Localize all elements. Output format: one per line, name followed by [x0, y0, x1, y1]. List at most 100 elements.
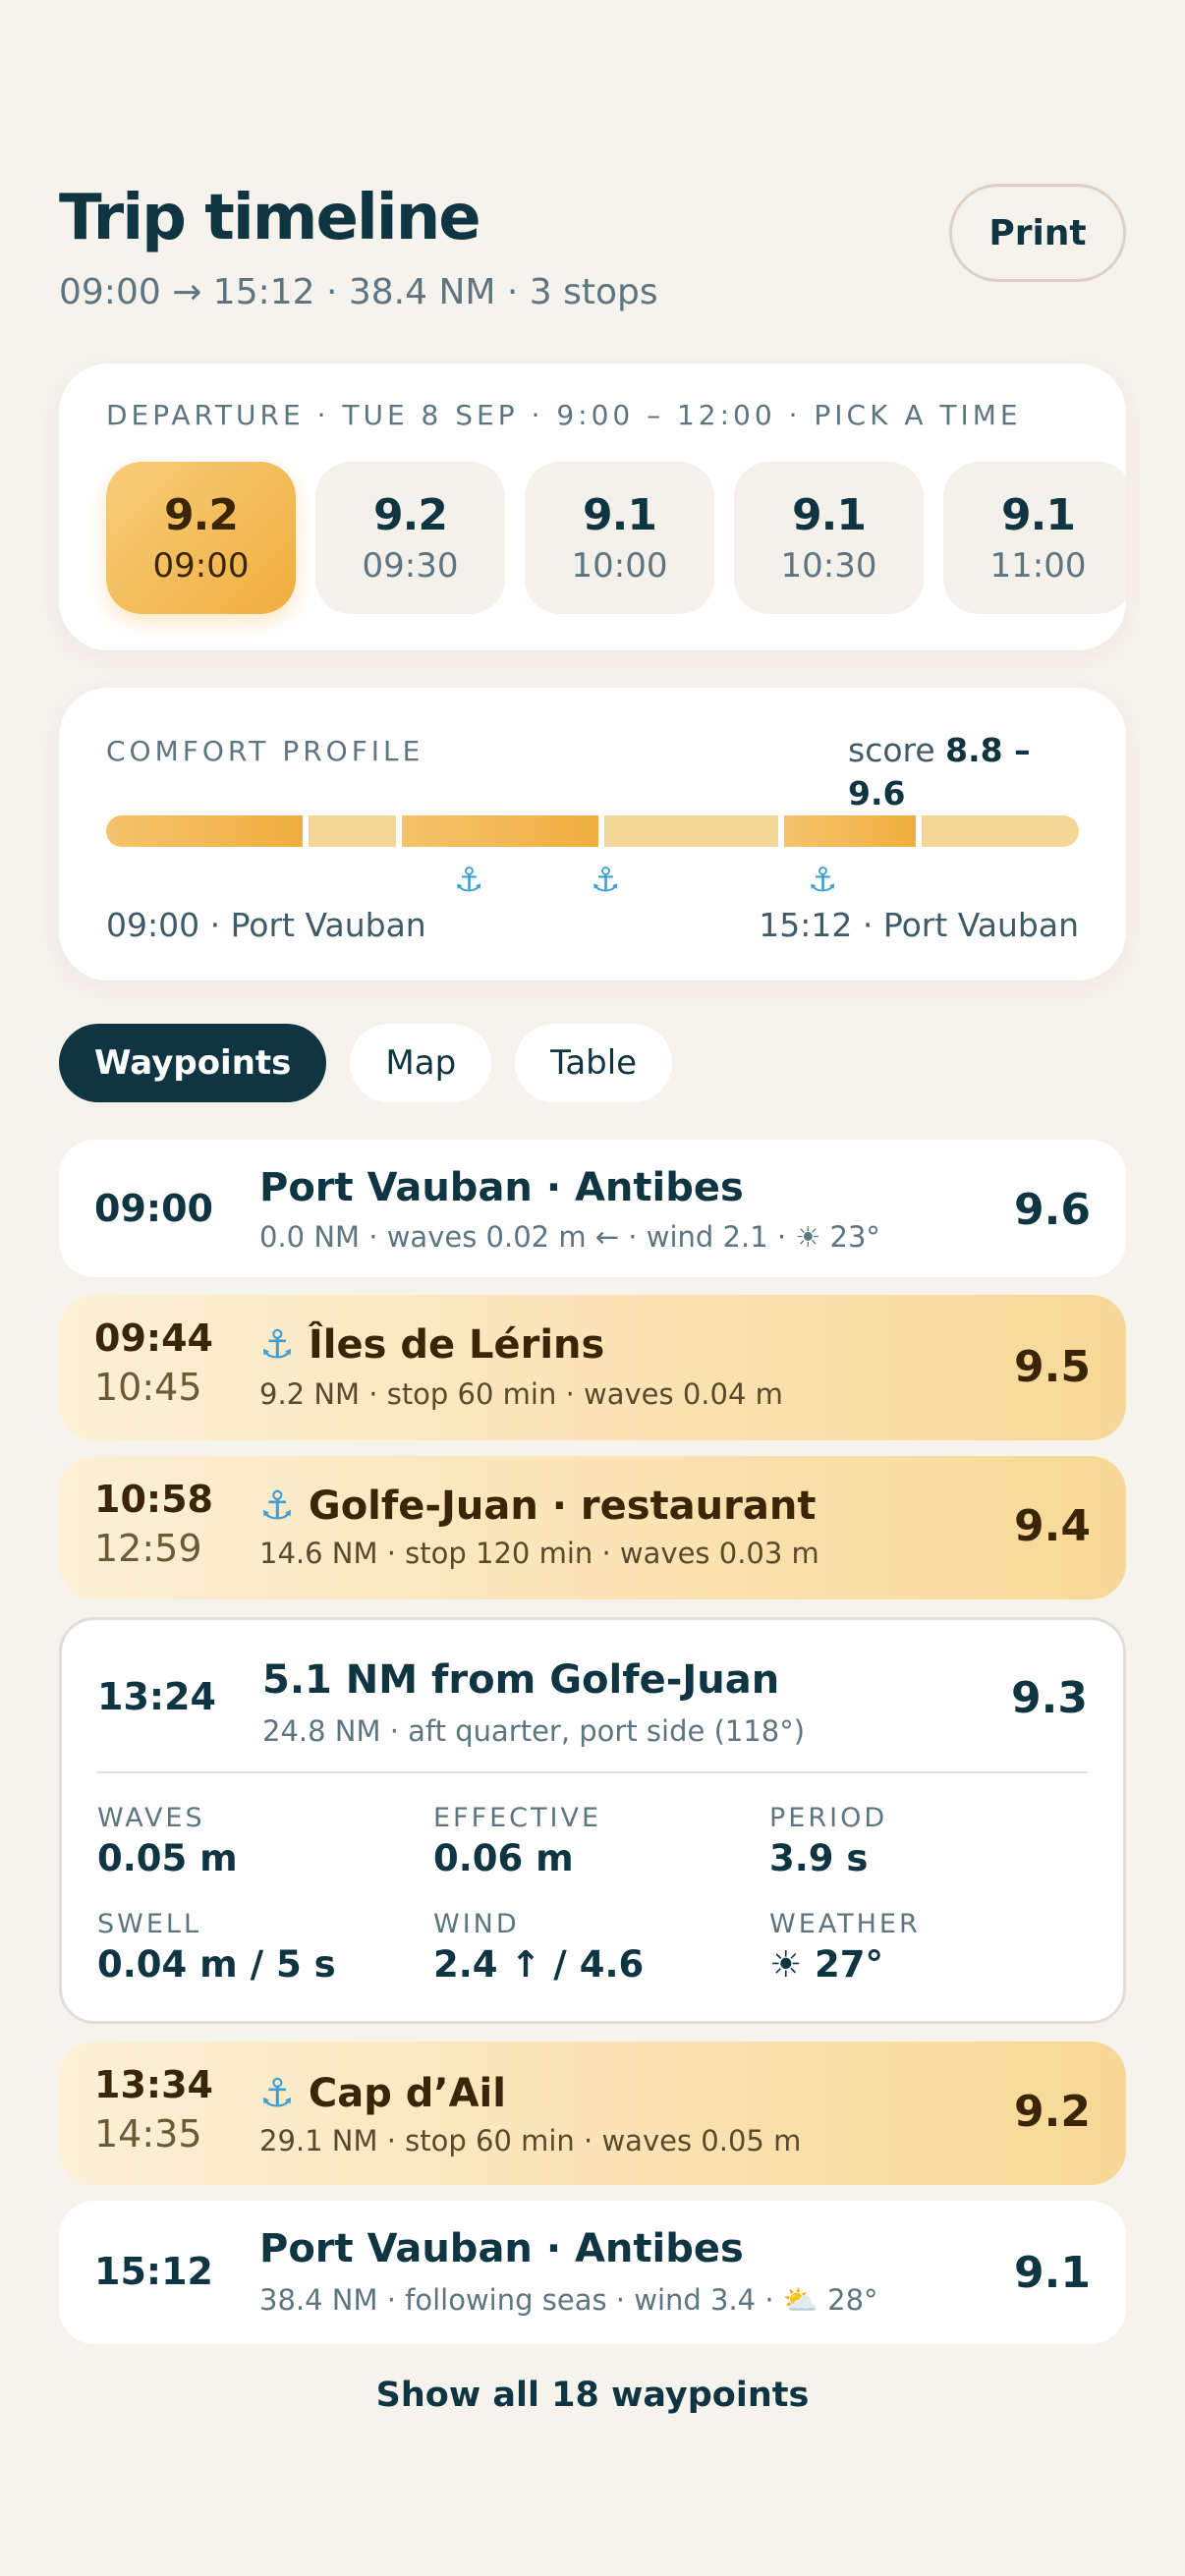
slot-score: 9.1	[583, 490, 657, 540]
waypoint-score: 9.5	[1014, 1342, 1091, 1392]
stat-waves: WAVES 0.05 m	[97, 1803, 238, 1879]
waypoint-name: Port Vauban · Antibes	[259, 2226, 744, 2271]
stat-value: 0.05 m	[97, 1837, 238, 1879]
waypoint-score: 9.6	[1014, 1185, 1091, 1235]
slot-score: 9.1	[792, 490, 867, 540]
slot-score: 9.2	[164, 490, 239, 540]
slot-time: 11:00	[989, 546, 1087, 586]
comfort-segment	[784, 815, 916, 847]
waypoint-name: ⚓ Golfe-Juan · restaurant	[259, 1484, 816, 1529]
anchor-icon: ⚓	[808, 861, 838, 900]
stat-value: ☀ 27°	[769, 1943, 884, 1986]
trip-summary: 09:00 → 15:12 · 38.4 NM · 3 stops	[59, 272, 658, 312]
waypoint-score: 9.3	[1011, 1673, 1088, 1723]
anchor-icon: ⚓	[259, 1322, 295, 1368]
waypoint-time: 15:12	[94, 2250, 213, 2293]
start-label: 09:00 · Port Vauban	[106, 906, 426, 944]
comfort-segment	[922, 815, 1079, 847]
waypoint-score: 9.1	[1014, 2248, 1091, 2298]
tab-waypoints[interactable]: Waypoints	[59, 1024, 327, 1102]
waypoint-row[interactable]: 09:44 10:45 ⚓ Îles de Lérins 9.2 NM · sto…	[59, 1295, 1126, 1440]
waypoint-name-text: Golfe-Juan · restaurant	[308, 1484, 817, 1529]
stat-label: WIND	[433, 1909, 520, 1939]
print-button[interactable]: Print	[949, 184, 1126, 282]
comfort-bar	[106, 815, 1079, 847]
waypoint-name: 5.1 NM from Golfe-Juan	[262, 1657, 780, 1703]
stat-value: 0.06 m	[433, 1837, 574, 1879]
waypoint-score: 9.2	[1014, 2087, 1091, 2137]
slot-time: 09:30	[362, 546, 459, 586]
score-prefix: score	[848, 731, 946, 769]
slot-score: 9.1	[1001, 490, 1076, 540]
slot-time: 10:30	[780, 546, 877, 586]
view-tabs: Waypoints Map Table	[59, 1024, 673, 1102]
stat-effective: EFFECTIVE 0.06 m	[433, 1803, 601, 1879]
departure-slot-1100[interactable]: 9.1 11:00	[943, 462, 1126, 614]
departure-caption: DEPARTURE · TUE 8 SEP · 9:00 – 12:00 · P…	[106, 399, 1022, 431]
waypoint-departure: 14:35	[94, 2112, 202, 2156]
waypoint-meta: 14.6 NM · stop 120 min · waves 0.03 m	[259, 1537, 819, 1570]
divider	[97, 1771, 1088, 1773]
waypoint-meta: 0.0 NM · waves 0.02 m ← · wind 2.1 · ☀ 2…	[259, 1220, 880, 1254]
waypoint-meta: 24.8 NM · aft quarter, port side (118°)	[262, 1714, 806, 1748]
comfort-profile: COMFORT PROFILE score 8.8 – 9.6 ⚓ ⚓ ⚓ 09…	[59, 688, 1126, 980]
comfort-segment	[309, 815, 396, 847]
departure-slot-1030[interactable]: 9.1 10:30	[734, 462, 924, 614]
stat-swell: SWELL 0.04 m / 5 s	[97, 1909, 336, 1986]
waypoint-name: ⚓ Îles de Lérins	[259, 1322, 604, 1368]
stat-value: 2.4 ↑ / 4.6	[433, 1943, 645, 1986]
departure-slot-0930[interactable]: 9.2 09:30	[315, 462, 505, 614]
slot-score: 9.2	[373, 490, 448, 540]
stat-value: 0.04 m / 5 s	[97, 1943, 336, 1986]
tab-table[interactable]: Table	[515, 1024, 673, 1102]
comfort-score-range: score 8.8 – 9.6	[848, 729, 1064, 815]
waypoint-time: 09:00	[94, 1187, 213, 1230]
waypoint-departure: 12:59	[94, 1527, 202, 1570]
waypoint-row[interactable]: 15:12 Port Vauban · Antibes 38.4 NM · fo…	[59, 2201, 1126, 2344]
stat-label: PERIOD	[769, 1803, 888, 1833]
waypoint-departure: 10:45	[94, 1366, 202, 1409]
waypoint-name-text: Îles de Lérins	[308, 1322, 605, 1368]
waypoint-time: 13:24	[97, 1675, 216, 1718]
slot-time: 10:00	[571, 546, 668, 586]
waypoint-arrival: 13:34	[94, 2063, 213, 2106]
stat-wind: WIND 2.4 ↑ / 4.6	[433, 1909, 644, 1986]
departure-slots: 9.2 09:00 9.2 09:30 9.1 10:00 9.1 10:30 …	[106, 462, 1126, 614]
anchor-icon: ⚓	[259, 2071, 295, 2116]
waypoint-meta: 38.4 NM · following seas · wind 3.4 · ⛅ …	[259, 2283, 878, 2317]
waypoint-row-expanded[interactable]: 13:24 5.1 NM from Golfe-Juan 24.8 NM · a…	[59, 1617, 1126, 2024]
comfort-caption: COMFORT PROFILE	[106, 735, 424, 767]
stat-label: WAVES	[97, 1803, 205, 1833]
waypoint-score: 9.4	[1014, 1501, 1091, 1551]
header: Trip timeline 09:00 → 15:12 · 38.4 NM · …	[59, 182, 1126, 329]
comfort-segment	[106, 815, 303, 847]
departure-picker: DEPARTURE · TUE 8 SEP · 9:00 – 12:00 · P…	[59, 364, 1126, 650]
stat-label: SWELL	[97, 1909, 201, 1939]
stat-weather: WEATHER ☀ 27°	[769, 1909, 921, 1986]
waypoint-arrival: 09:44	[94, 1316, 213, 1360]
end-label: 15:12 · Port Vauban	[759, 906, 1079, 944]
waypoint-name-text: Cap d’Ail	[308, 2071, 506, 2116]
comfort-segment	[402, 815, 598, 847]
waypoint-arrival: 10:58	[94, 1478, 213, 1521]
stat-label: EFFECTIVE	[433, 1803, 602, 1833]
waypoint-meta: 29.1 NM · stop 60 min · waves 0.05 m	[259, 2124, 802, 2157]
waypoint-row[interactable]: 10:58 12:59 ⚓ Golfe-Juan · restaurant 14.…	[59, 1456, 1126, 1599]
stat-value: 3.9 s	[769, 1837, 869, 1879]
tab-map[interactable]: Map	[350, 1024, 492, 1102]
waypoint-name: ⚓ Cap d’Ail	[259, 2071, 506, 2116]
anchor-icon: ⚓	[259, 1484, 295, 1529]
departure-slot-1000[interactable]: 9.1 10:00	[525, 462, 714, 614]
waypoint-meta: 9.2 NM · stop 60 min · waves 0.04 m	[259, 1377, 783, 1411]
waypoint-row[interactable]: 13:34 14:35 ⚓ Cap d’Ail 29.1 NM · stop 60…	[59, 2042, 1126, 2185]
waypoint-name: Port Vauban · Antibes	[259, 1165, 744, 1210]
show-all-waypoints-link[interactable]: Show all 18 waypoints	[0, 2376, 1185, 2415]
anchor-icon: ⚓	[454, 861, 484, 900]
waypoint-row[interactable]: 09:00 Port Vauban · Antibes 0.0 NM · wav…	[59, 1140, 1126, 1277]
comfort-segment	[604, 815, 778, 847]
anchor-icon: ⚓	[591, 861, 621, 900]
stat-period: PERIOD 3.9 s	[769, 1803, 887, 1879]
stat-label: WEATHER	[769, 1909, 921, 1939]
departure-slot-0900[interactable]: 9.2 09:00	[106, 462, 296, 614]
slot-time: 09:00	[152, 546, 250, 586]
